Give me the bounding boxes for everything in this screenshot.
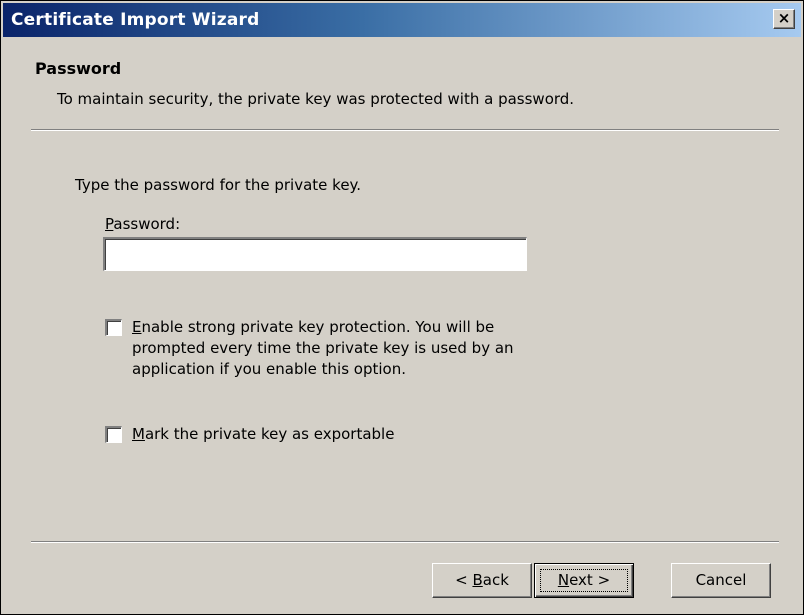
strong-protection-label[interactable]: Enable strong private key protection. Yo… [132, 317, 514, 380]
window-title: Certificate Import Wizard [11, 10, 260, 30]
next-button-mnemonic: N [557, 571, 570, 589]
title-bar[interactable]: Certificate Import Wizard × [3, 3, 801, 37]
strong-protection-checkbox[interactable] [105, 319, 122, 336]
page-subtitle: To maintain security, the private key wa… [57, 90, 575, 108]
exportable-label-text: ark the private key as exportable [144, 425, 395, 443]
exportable-mnemonic: M [132, 425, 145, 443]
next-button-text: ext > [569, 571, 611, 589]
back-button-text: ack [482, 571, 509, 589]
back-button-prefix: < [455, 571, 473, 589]
header-separator [31, 129, 779, 131]
password-label-text: assword: [113, 215, 181, 233]
close-icon: × [777, 9, 791, 27]
back-button[interactable]: < Back [432, 563, 532, 598]
strong-protection-line-2: prompted every time the private key is u… [132, 339, 514, 357]
close-button[interactable]: × [773, 9, 795, 29]
password-label: Password: [105, 215, 180, 233]
instruction-text: Type the password for the private key. [75, 176, 362, 194]
back-button-mnemonic: B [472, 571, 483, 589]
next-button[interactable]: Next > [534, 563, 634, 598]
password-input[interactable] [103, 237, 527, 271]
cancel-button[interactable]: Cancel [671, 563, 771, 598]
strong-protection-line-3: application if you enable this option. [132, 360, 407, 378]
page-title: Password [35, 59, 122, 78]
certificate-import-wizard-window: Certificate Import Wizard × Password To … [0, 0, 804, 615]
exportable-label[interactable]: Mark the private key as exportable [132, 424, 394, 445]
strong-protection-line-1: nable strong private key protection. You… [141, 318, 495, 336]
footer-separator [31, 541, 779, 543]
exportable-checkbox[interactable] [105, 426, 122, 443]
